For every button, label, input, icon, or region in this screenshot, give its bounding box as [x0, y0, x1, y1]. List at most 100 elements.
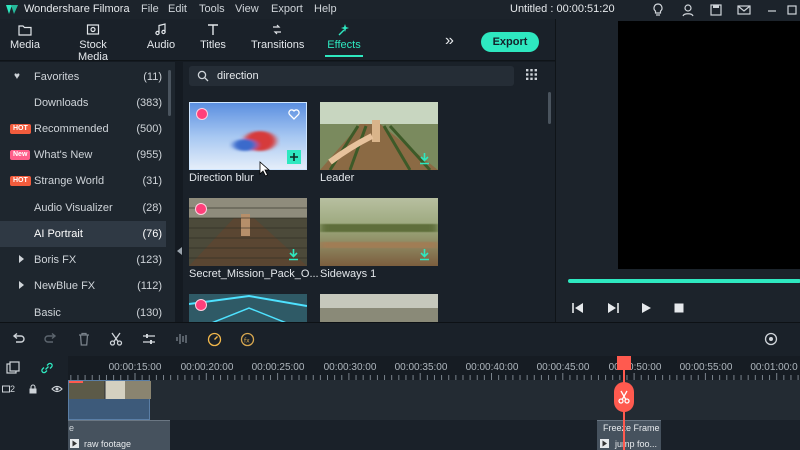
maximize-icon[interactable]	[784, 2, 800, 18]
search-input[interactable]: direction	[189, 66, 514, 86]
time-ruler[interactable]: 00:00:15:00 00:00:20:00 00:00:25:00 00:0…	[68, 356, 800, 380]
timeline: 00:00:15:00 00:00:20:00 00:00:25:00 00:0…	[0, 356, 800, 450]
menu-tools[interactable]: Tools	[199, 3, 225, 15]
effect-thumbnail-partial[interactable]	[320, 294, 438, 322]
sidebar-item-count: (28)	[142, 202, 162, 214]
plus-icon[interactable]	[287, 150, 301, 164]
effect-thumbnail-secret-mission[interactable]	[189, 198, 307, 266]
play-pause-icon[interactable]	[606, 302, 620, 314]
tab-stock-media[interactable]: Stock Media	[63, 23, 123, 63]
clip-label: jump foo...	[615, 439, 658, 449]
heart-outline-icon[interactable]	[288, 109, 300, 120]
sidebar-item-label: What's New	[34, 149, 93, 161]
tick-label: 00:00:30:00	[323, 362, 377, 373]
tab-titles[interactable]: Titles	[198, 23, 228, 51]
sidebar-item-boris-fx[interactable]: Boris FX (123)	[0, 247, 166, 273]
tab-titles-label: Titles	[200, 39, 226, 51]
tab-transitions[interactable]: Transitions	[251, 23, 305, 51]
title-bar: Wondershare Filmora File Edit Tools View…	[0, 0, 800, 19]
mouse-cursor-icon	[259, 161, 271, 177]
tab-media[interactable]: Media	[10, 23, 40, 51]
content-scrollbar[interactable]	[548, 92, 551, 124]
sidebar-item-label: Favorites	[34, 71, 80, 83]
effect-thumbnail-partial[interactable]	[189, 294, 307, 322]
sidebar-item-downloads[interactable]: Downloads (383)	[0, 90, 166, 116]
tab-effects[interactable]: Effects	[325, 23, 363, 57]
raw-footage-clip[interactable]: e raw footage	[68, 420, 170, 450]
audio-waveform-icon[interactable]	[175, 332, 189, 346]
playback-progress-bar[interactable]	[568, 279, 800, 283]
preview-screen[interactable]	[618, 21, 800, 269]
track-header: 2	[0, 356, 68, 450]
effect-preview-image	[189, 294, 307, 322]
sidebar-item-strange-world[interactable]: HOT Strange World (31)	[0, 168, 166, 194]
split-scissors-knob[interactable]	[614, 382, 634, 412]
clip-prefix: e	[69, 423, 75, 433]
menu-file[interactable]: File	[141, 3, 159, 15]
premium-gem-icon	[195, 203, 207, 215]
adjust-icon[interactable]	[142, 332, 156, 346]
undo-icon[interactable]	[11, 332, 25, 346]
download-icon[interactable]	[418, 152, 431, 165]
freeze-frame-clip[interactable]: Freeze Frame jump foo...	[597, 420, 661, 450]
menu-export[interactable]: Export	[271, 3, 303, 15]
link-icon[interactable]	[40, 361, 54, 375]
sidebar-scrollbar[interactable]	[168, 70, 171, 116]
tab-audio[interactable]: Audio	[146, 23, 176, 51]
more-tabs-button[interactable]: »	[445, 32, 454, 50]
eye-icon[interactable]	[51, 385, 63, 393]
effects-browser: direction Direction blur Leader Secret_M…	[183, 62, 555, 322]
play-icon[interactable]	[640, 302, 652, 314]
download-icon[interactable]	[287, 248, 300, 261]
sidebar-item-favorites[interactable]: ♥ Favorites (11)	[0, 64, 166, 90]
grid-view-icon[interactable]	[526, 69, 537, 80]
lightbulb-icon[interactable]	[650, 2, 666, 18]
effects-icon	[338, 24, 349, 36]
sidebar-item-audio-visualizer[interactable]: Audio Visualizer (28)	[0, 195, 166, 221]
expand-arrow-icon[interactable]	[19, 281, 24, 289]
sidebar-item-label: Downloads	[34, 97, 89, 109]
scissors-icon[interactable]	[109, 332, 123, 346]
collapse-sidebar-arrow-icon[interactable]	[177, 247, 182, 255]
minimize-icon[interactable]	[764, 2, 780, 18]
clip-thumbnail-strip	[69, 381, 151, 399]
heart-icon: ♥	[14, 71, 20, 82]
auto-reframe-icon[interactable]: fx	[240, 332, 255, 347]
previous-frame-icon[interactable]	[571, 302, 585, 314]
sidebar-item-newblue-fx[interactable]: NewBlue FX (112)	[0, 273, 166, 299]
effect-thumbnail-direction-blur[interactable]	[189, 102, 307, 170]
effect-thumbnail-sideways-1[interactable]	[320, 198, 438, 266]
menu-help[interactable]: Help	[314, 3, 337, 15]
redo-icon[interactable]	[44, 332, 58, 346]
stop-icon[interactable]	[673, 302, 685, 314]
tick-label: 00:00:45:00	[536, 362, 590, 373]
tick-label: 00:00:20:00	[180, 362, 234, 373]
tab-transitions-label: Transitions	[251, 39, 305, 51]
folder-icon	[18, 25, 32, 36]
sidebar-item-recommended[interactable]: HOT Recommended (500)	[0, 116, 166, 142]
sidebar-item-count: (500)	[136, 123, 162, 135]
tick-label: 00:00:40:00	[465, 362, 519, 373]
effect-thumbnail-leader[interactable]	[320, 102, 438, 170]
export-button[interactable]: Export	[481, 32, 539, 52]
search-query: direction	[217, 70, 259, 82]
download-icon[interactable]	[418, 248, 431, 261]
sidebar-item-ai-portrait[interactable]: AI Portrait (76)	[0, 221, 166, 247]
mail-icon[interactable]	[736, 2, 752, 18]
sidebar-item-whats-new[interactable]: New What's New (955)	[0, 142, 166, 168]
user-account-icon[interactable]	[680, 2, 696, 18]
render-preview-icon[interactable]	[764, 332, 778, 346]
video-clip[interactable]	[68, 380, 151, 420]
menu-edit[interactable]: Edit	[168, 3, 187, 15]
expand-arrow-icon[interactable]	[19, 255, 24, 263]
speed-icon[interactable]	[207, 332, 222, 347]
delete-icon[interactable]	[77, 332, 91, 346]
save-icon[interactable]	[708, 2, 724, 18]
add-track-icon[interactable]	[6, 361, 20, 375]
freeze-frame-title: Freeze Frame	[603, 423, 660, 433]
lock-icon[interactable]	[28, 384, 38, 394]
sidebar-item-count: (955)	[136, 149, 162, 161]
sidebar-item-label: AI Portrait	[34, 228, 83, 240]
premium-gem-icon	[195, 299, 207, 311]
menu-view[interactable]: View	[235, 3, 259, 15]
